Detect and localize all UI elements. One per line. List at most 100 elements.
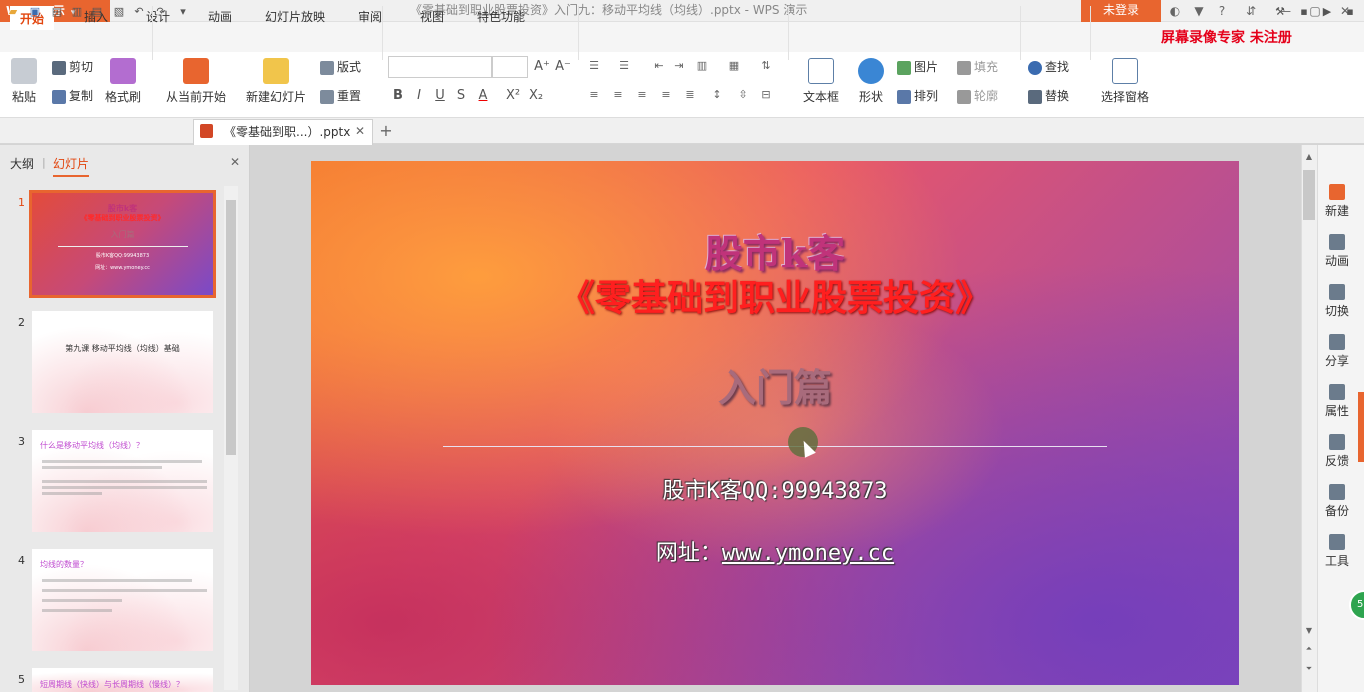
slideshow-icon[interactable]: ▶ bbox=[1320, 5, 1334, 19]
restore-ribbon-icon[interactable]: ⇵ bbox=[1242, 2, 1260, 20]
distribute-icon[interactable]: ≣ bbox=[681, 86, 699, 104]
find-button[interactable]: 查找 bbox=[1028, 57, 1069, 77]
canvas-scroll-handle[interactable] bbox=[1303, 170, 1315, 220]
sidebar-item-feedback[interactable]: 反馈 bbox=[1317, 434, 1357, 469]
indent-increase-icon[interactable]: ⇥ bbox=[670, 57, 688, 75]
textbox-button[interactable]: 文本框 bbox=[796, 58, 846, 105]
sidebar-item-share[interactable]: 分享 bbox=[1317, 334, 1357, 369]
superscript-button[interactable]: X² bbox=[502, 86, 524, 106]
sidebar-item-tools[interactable]: 工具 bbox=[1317, 534, 1357, 569]
layout-button[interactable]: 版式 bbox=[320, 57, 361, 77]
skin-icon[interactable]: ◐ bbox=[1166, 2, 1184, 20]
font-family-select[interactable] bbox=[388, 56, 492, 78]
format-painter-button[interactable]: 格式刷 bbox=[104, 58, 142, 105]
bold-button[interactable]: B bbox=[389, 86, 407, 106]
tool-icon[interactable]: ⚒ bbox=[1273, 5, 1287, 19]
tab-slideshow[interactable]: 幻灯片放映 bbox=[255, 4, 335, 30]
slide-qq[interactable]: 股市K客QQ:99943873 bbox=[311, 473, 1239, 505]
slide-divider-line[interactable] bbox=[443, 446, 1107, 447]
cut-button[interactable]: 剪切 bbox=[52, 57, 93, 77]
arrange-button[interactable]: 排列 bbox=[897, 86, 938, 106]
current-slide[interactable]: 股市k客 《零基础到职业股票投资》 入门篇 股市K客QQ:99943873 网址… bbox=[311, 161, 1239, 685]
align-text-icon[interactable]: ⊟ bbox=[757, 86, 775, 104]
subscript-button[interactable]: X₂ bbox=[525, 86, 547, 106]
align-center-icon[interactable]: ≡ bbox=[609, 86, 627, 104]
italic-button[interactable]: I bbox=[410, 86, 428, 106]
slide-level[interactable]: 入门篇 bbox=[311, 357, 1239, 412]
shape-button[interactable]: 形状 bbox=[852, 58, 890, 105]
tab-slides[interactable]: 幻灯片 bbox=[53, 155, 90, 177]
print-preview-icon[interactable]: ▤ bbox=[90, 5, 104, 19]
tab-review[interactable]: 审阅 bbox=[348, 4, 392, 30]
font-color-button[interactable]: A bbox=[474, 86, 492, 106]
add-tab-icon[interactable]: + bbox=[378, 119, 394, 143]
url-link[interactable]: www.ymoney.cc bbox=[722, 541, 894, 566]
columns-icon[interactable]: ▥ bbox=[693, 57, 711, 75]
shrink-font-button[interactable]: A⁻ bbox=[554, 57, 572, 77]
reset-button[interactable]: 重置 bbox=[320, 86, 361, 106]
next-slide-icon[interactable]: ⏷ bbox=[1303, 664, 1315, 674]
picture-button[interactable]: 图片 bbox=[897, 57, 938, 77]
slide-thumbnail-4[interactable]: 均线的数量？ bbox=[32, 549, 213, 651]
preview-icon[interactable]: ▧ bbox=[112, 5, 126, 19]
login-button[interactable]: 未登录 bbox=[1081, 0, 1161, 22]
align-right-icon[interactable]: ≡ bbox=[633, 86, 651, 104]
canvas-scrollbar[interactable] bbox=[1301, 145, 1317, 692]
bullets-icon[interactable]: ☰ bbox=[585, 57, 603, 75]
slide-thumbnail-5[interactable]: 短周期线（快线）与长周期线（慢线）？ bbox=[32, 668, 213, 692]
copy-button[interactable]: 复制 bbox=[52, 86, 93, 106]
open-icon[interactable]: ▰ bbox=[6, 5, 20, 19]
indent-decrease-icon[interactable]: ⇤ bbox=[650, 57, 668, 75]
sidebar-item-transition[interactable]: 切换 bbox=[1317, 284, 1357, 319]
outline-button[interactable]: 轮廓 bbox=[957, 86, 998, 106]
shirt-icon[interactable]: ▼ bbox=[1190, 2, 1208, 20]
close-tab-icon[interactable]: ✕ bbox=[355, 119, 369, 143]
grow-font-button[interactable]: A⁺ bbox=[533, 57, 551, 77]
tab-animation[interactable]: 动画 bbox=[198, 4, 242, 30]
scroll-down-icon[interactable]: ▼ bbox=[1303, 626, 1315, 635]
sidebar-expand-handle[interactable] bbox=[1358, 392, 1364, 462]
justify-icon[interactable]: ≡ bbox=[657, 86, 675, 104]
slide-thumbnail-2[interactable]: 第九课 移动平均线（均线）基础 bbox=[32, 311, 213, 413]
align-left-icon[interactable]: ≡ bbox=[585, 86, 603, 104]
replace-button[interactable]: 替换 bbox=[1028, 86, 1069, 106]
tab-view[interactable]: 视图 bbox=[410, 4, 454, 30]
customize-icon[interactable]: ▾ bbox=[176, 5, 190, 19]
help-icon[interactable]: ? bbox=[1212, 2, 1232, 20]
tab-special[interactable]: 特色功能 bbox=[467, 4, 535, 30]
slide-thumbnail-3[interactable]: 什么是移动平均线（均线）？ bbox=[32, 430, 213, 532]
tab-outline[interactable]: 大纲 bbox=[10, 155, 34, 172]
text-direction-icon[interactable]: ⇅ bbox=[757, 57, 775, 75]
undo-icon[interactable]: ↶ bbox=[132, 5, 146, 19]
underline-button[interactable]: U bbox=[431, 86, 449, 106]
font-size-select[interactable] bbox=[492, 56, 528, 78]
paste-button[interactable]: 粘贴 bbox=[8, 58, 40, 105]
print-icon[interactable]: ▥ bbox=[70, 5, 84, 19]
fill-button[interactable]: 填充 bbox=[957, 57, 998, 77]
selection-pane-button[interactable]: 选择窗格 bbox=[1098, 58, 1152, 105]
slide-thumbnail-1[interactable]: 股市k客 《零基础到职业股票投资》 入门篇 股市K客QQ:99943873 网址… bbox=[29, 190, 216, 298]
sidebar-item-animation[interactable]: 动画 bbox=[1317, 234, 1357, 269]
paragraph-spacing-icon[interactable]: ⇳ bbox=[734, 86, 752, 104]
scroll-up-icon[interactable]: ▲ bbox=[1303, 152, 1315, 161]
window-icon[interactable]: ▪ bbox=[1297, 5, 1311, 19]
sidebar-item-backup[interactable]: 备份 bbox=[1317, 484, 1357, 519]
from-current-button[interactable]: 从当前开始 bbox=[160, 58, 232, 105]
strike-button[interactable]: S bbox=[452, 86, 470, 106]
redo-icon[interactable]: ↷ bbox=[154, 5, 168, 19]
fullscreen-icon[interactable]: ▪ bbox=[1343, 5, 1357, 19]
slide-subtitle[interactable]: 《零基础到职业股票投资》 bbox=[311, 269, 1239, 321]
line-spacing-icon[interactable]: ↕ bbox=[708, 86, 726, 104]
prev-slide-icon[interactable]: ⏶ bbox=[1303, 644, 1315, 654]
numbering-icon[interactable]: ☰ bbox=[615, 57, 633, 75]
sidebar-item-properties[interactable]: 属性 bbox=[1317, 384, 1357, 419]
thumbnail-scroll-handle[interactable] bbox=[226, 200, 236, 455]
close-panel-icon[interactable]: ✕ bbox=[230, 155, 240, 169]
new-slide-button[interactable]: 新建幻灯片 bbox=[240, 58, 312, 105]
export-pdf-icon[interactable]: ▤ bbox=[50, 5, 64, 19]
slide-url[interactable]: 网址：www.ymoney.cc bbox=[311, 535, 1239, 567]
sidebar-item-new[interactable]: 新建 bbox=[1317, 184, 1357, 219]
table-icon[interactable]: ▦ bbox=[725, 57, 743, 75]
document-tab[interactable]: 《零基础到职...）.pptx bbox=[193, 119, 373, 145]
save-icon[interactable]: ▣ bbox=[28, 5, 42, 19]
